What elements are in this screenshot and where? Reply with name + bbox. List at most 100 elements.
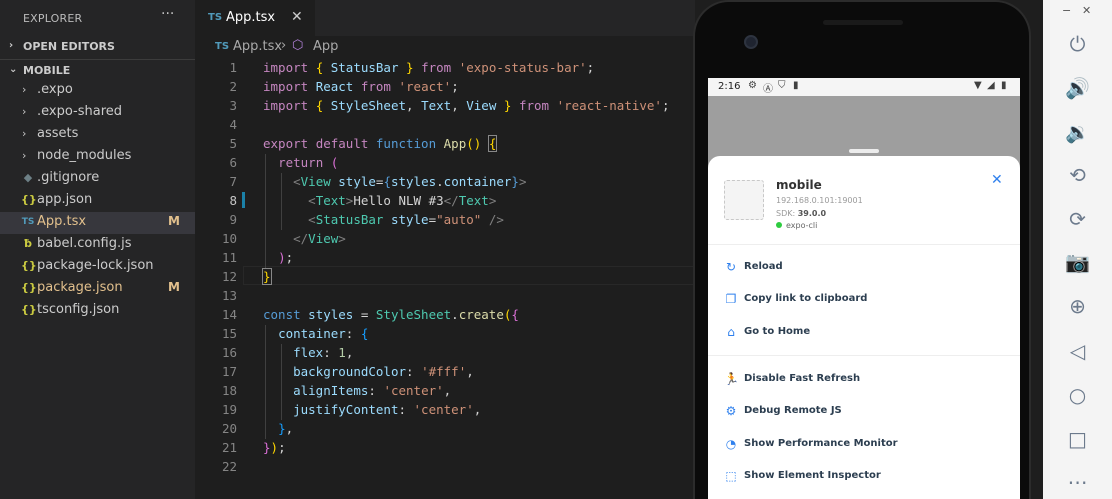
close-icon[interactable]: ✕: [1082, 4, 1091, 17]
line-number: 4: [229, 117, 237, 132]
json-file-icon: {}: [21, 303, 37, 316]
back-icon[interactable]: ◁: [1043, 339, 1112, 369]
volume-down-icon[interactable]: 🔉: [1043, 120, 1112, 150]
tree-item-label: node_modules: [37, 148, 132, 163]
disable-fast-refresh-button[interactable]: 🏃 Disable Fast Refresh: [708, 366, 1020, 394]
code-line: flex: 1,: [293, 345, 354, 360]
app-name: mobile: [776, 178, 822, 192]
performance-monitor-button[interactable]: ◔ Show Performance Monitor: [708, 431, 1020, 459]
tree-item-label: .expo: [37, 82, 73, 97]
chevron-right-icon: ›: [22, 127, 27, 140]
debug-remote-js-button[interactable]: ⚙ Debug Remote JS: [708, 398, 1020, 426]
sdk-version: SDK: 39.0.0: [776, 209, 826, 218]
tree-file-app-json[interactable]: {} app.json: [0, 190, 195, 212]
code-line: backgroundColor: '#fff',: [293, 364, 474, 379]
home-icon: ⌂: [727, 325, 735, 339]
tree-file-tsconfig[interactable]: {} tsconfig.json: [0, 300, 195, 322]
camera-icon[interactable]: 📷: [1043, 250, 1112, 280]
code-line: <StatusBar style="auto" />: [308, 212, 504, 227]
code-line: container: {: [278, 326, 369, 341]
rotate-left-icon[interactable]: ⟲: [1043, 163, 1112, 193]
phone-camera: [744, 35, 758, 49]
menu-item-label: Show Element Inspector: [744, 470, 881, 481]
line-number: 3: [229, 98, 237, 113]
rotate-right-icon[interactable]: ⟳: [1043, 207, 1112, 237]
code-line: const styles = StyleSheet.create({: [263, 307, 519, 322]
line-number: 12: [221, 269, 237, 284]
minimize-icon[interactable]: −: [1062, 4, 1071, 17]
breadcrumb: TS App.tsx › ⬡ App: [195, 36, 695, 58]
current-line-highlight: [243, 266, 695, 285]
tree-folder-assets[interactable]: › assets: [0, 124, 195, 146]
menu-item-label: Disable Fast Refresh: [744, 373, 861, 384]
code-line: );: [278, 250, 294, 265]
typescript-file-icon: TS: [21, 217, 35, 227]
tab-app-tsx[interactable]: TS App.tsx ✕: [195, 0, 315, 36]
close-icon[interactable]: ✕: [991, 172, 1003, 188]
tree-folder-expo[interactable]: › .expo: [0, 80, 195, 102]
zoom-icon[interactable]: ⊕: [1043, 294, 1112, 324]
expo-icon: Ⓐ: [763, 84, 773, 95]
battery-icon: ▮: [1001, 80, 1007, 91]
divider: [708, 355, 1020, 356]
section-mobile[interactable]: ⌄ MOBILE: [0, 59, 195, 81]
tree-item-label: tsconfig.json: [37, 302, 120, 317]
code-line: justifyContent: 'center',: [293, 402, 482, 417]
close-tab-icon[interactable]: ✕: [291, 9, 303, 25]
code-line: import React from 'react';: [263, 79, 459, 94]
tree-file-gitignore[interactable]: ◆ .gitignore: [0, 168, 195, 190]
element-inspector-button[interactable]: ⬚ Show Element Inspector: [708, 463, 1020, 491]
more-actions-icon[interactable]: ···: [161, 6, 174, 22]
line-number: 22: [221, 459, 237, 474]
more-icon[interactable]: ⋯: [1043, 470, 1112, 499]
menu-item-label: Reload: [744, 261, 783, 272]
tree-item-label: package-lock.json: [37, 258, 154, 273]
reload-button[interactable]: ↻ Reload: [708, 254, 1020, 282]
line-number: 1: [229, 60, 237, 75]
line-number: 16: [221, 345, 237, 360]
sheet-drag-handle[interactable]: [849, 149, 879, 153]
host-status: expo-cli: [776, 221, 817, 230]
sdk-label: SDK:: [776, 209, 796, 218]
breadcrumb-symbol[interactable]: App: [313, 39, 338, 54]
app-url: 192.168.0.101:19001: [776, 196, 863, 205]
tree-file-package-lock[interactable]: {} package-lock.json: [0, 256, 195, 278]
modified-badge: M: [168, 280, 180, 294]
host-label: expo-cli: [786, 221, 818, 230]
emulator-toolbar: − ✕ ⏻ 🔊 🔉 ⟲ ⟳ 📷 ⊕ ◁ ○ □ ⋯: [1043, 0, 1112, 499]
go-home-button[interactable]: ⌂ Go to Home: [708, 319, 1020, 347]
tree-file-babel-config[interactable]: ƀ babel.config.js: [0, 234, 195, 256]
tree-file-app-tsx[interactable]: TS App.tsx M: [0, 212, 195, 234]
tree-file-package-json[interactable]: {} package.json M: [0, 278, 195, 300]
menu-item-label: Debug Remote JS: [744, 405, 842, 416]
divider: [708, 244, 1020, 245]
tree-item-label: assets: [37, 126, 79, 141]
expo-dev-menu: mobile 192.168.0.101:19001 SDK: 39.0.0 e…: [708, 156, 1020, 499]
power-icon[interactable]: ⏻: [1043, 32, 1112, 62]
typescript-file-icon: TS: [215, 41, 230, 52]
tree-folder-expo-shared[interactable]: › .expo-shared: [0, 102, 195, 124]
phone-screen[interactable]: 2:16 ⚙ Ⓐ ⛉ ▮ ▼ ◢ ▮ mobile 192.168.0.101:…: [708, 78, 1020, 499]
running-icon: 🏃: [724, 372, 739, 386]
copy-link-button[interactable]: ❐ Copy link to clipboard: [708, 286, 1020, 314]
breadcrumb-file[interactable]: App.tsx: [233, 39, 282, 54]
code-line: import { StatusBar } from 'expo-status-b…: [263, 60, 595, 75]
volume-up-icon[interactable]: 🔊: [1043, 76, 1112, 106]
tree-folder-node-modules[interactable]: › node_modules: [0, 146, 195, 168]
home-icon[interactable]: ○: [1043, 383, 1112, 413]
line-number: 9: [229, 212, 237, 227]
section-label: MOBILE: [23, 64, 71, 77]
sdk-value: 39.0.0: [797, 209, 827, 218]
breadcrumb-separator: ›: [281, 38, 287, 53]
modified-badge: M: [168, 214, 180, 228]
line-number: 20: [221, 421, 237, 436]
babel-file-icon: ƀ: [24, 237, 32, 250]
gutter-modified-marker: [242, 192, 245, 208]
overview-icon[interactable]: □: [1043, 427, 1112, 457]
symbol-method-icon: ⬡: [292, 38, 304, 53]
code-editor[interactable]: 1 2 3 4 5 6 7 8 9 10 11 12 13 14 15 16 17 18 19 20 21 22 impo…: [195, 58, 695, 499]
tab-label: App.tsx: [226, 10, 276, 25]
code-line: import { StyleSheet, Text, View } from '…: [263, 98, 670, 113]
section-open-editors[interactable]: › OPEN EDITORS: [0, 36, 195, 58]
json-file-icon: {}: [21, 281, 37, 294]
